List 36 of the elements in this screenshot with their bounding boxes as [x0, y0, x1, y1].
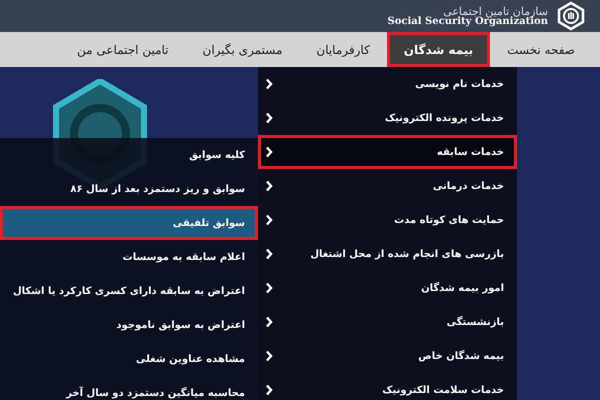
site-title: سازمان تامین اجتماعی	[443, 6, 548, 16]
chevron-icon	[265, 282, 273, 294]
menu-item[interactable]: بیمه شدگان خاص	[258, 339, 517, 373]
menu-item[interactable]: امور بیمه شدگان	[258, 271, 517, 305]
menu-item[interactable]: محاسبه میانگین دستمزد دو سال آخر	[0, 376, 258, 400]
menu-item[interactable]: اعلام سابقه به موسسات	[0, 240, 258, 274]
nav-tab[interactable]: تامین اجتماعی من	[60, 32, 186, 67]
chevron-icon	[265, 78, 273, 90]
logo-icon	[556, 1, 586, 31]
menu-item[interactable]: خدمات نام نویسی	[258, 67, 517, 101]
menu-item[interactable]: اعتراض به سابقه دارای کسری کارکرد یا اشکال	[0, 274, 258, 308]
menu-item[interactable]: خدمات سلامت الکترونیک	[258, 373, 517, 400]
menu-item[interactable]: سوابق تلفیقی	[0, 206, 258, 240]
menu-item[interactable]: خدمات سابقه	[258, 135, 517, 169]
menu-item[interactable]: مشاهده عناوین شغلی	[0, 342, 258, 376]
site-subtitle: Social Security Organization	[388, 16, 548, 26]
menu-item[interactable]: بازنشستگی	[258, 305, 517, 339]
menu-item[interactable]: بازرسی های انجام شده از محل اشتغال	[258, 237, 517, 271]
chevron-icon	[265, 214, 273, 226]
chevron-icon	[265, 384, 273, 396]
nav-tab[interactable]: کارفرمایان	[299, 32, 387, 67]
chevron-icon	[265, 248, 273, 260]
menu-item[interactable]: حمایت های کوتاه مدت	[258, 203, 517, 237]
chevron-icon	[265, 146, 273, 158]
chevron-icon	[265, 112, 273, 124]
nav-tab[interactable]: مستمری بگیران	[186, 32, 300, 67]
nav-tab[interactable]: بیمه شدگان	[386, 32, 490, 67]
menu-item[interactable]: خدمات درمانی	[258, 169, 517, 203]
menu-item[interactable]: کلیه سوابق	[0, 138, 258, 172]
menu-item[interactable]: خدمات پرونده الکترونیک	[258, 101, 517, 135]
menu-item[interactable]: اعتراض به سوابق ناموجود	[0, 308, 258, 342]
chevron-icon	[265, 180, 273, 192]
chevron-icon	[265, 316, 273, 328]
nav-tab[interactable]: صفحه نخست	[490, 32, 592, 67]
chevron-icon	[265, 350, 273, 362]
menu-item[interactable]: سوابق و ریز دستمزد بعد از سال ۸۶	[0, 172, 258, 206]
